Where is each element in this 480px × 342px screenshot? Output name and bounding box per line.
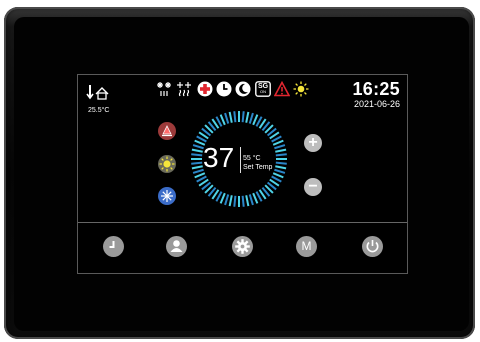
heating-mode-button[interactable] [158, 122, 176, 140]
plus-icon: + [308, 134, 318, 151]
current-date: 2021-06-26 [353, 99, 400, 109]
dial-tick [274, 144, 286, 150]
sun-icon [159, 156, 175, 172]
dial-tick [252, 114, 259, 126]
dial-tick [224, 112, 230, 124]
decrease-temperature-button[interactable]: − [304, 178, 322, 196]
dial-tick [252, 192, 259, 204]
sg-sub-label: ON [260, 89, 266, 94]
mode-m-icon: M [301, 239, 312, 253]
dial-tick [228, 195, 233, 207]
clock: 16:25 2021-06-26 [352, 79, 400, 109]
dial-tick [274, 168, 286, 174]
dial-tick [272, 172, 284, 179]
dial-tick [191, 153, 203, 157]
outdoor-status: 25.5°C [86, 83, 122, 115]
dial-divider [240, 147, 241, 173]
dial-tick [224, 194, 230, 206]
cooling-mode-icon [161, 190, 173, 202]
clock-icon [109, 241, 115, 248]
dial-tick [228, 111, 233, 123]
dial-tick [245, 195, 250, 207]
dial-tick [275, 153, 287, 157]
user-button[interactable] [166, 236, 187, 257]
heating-mode-icon [162, 125, 172, 137]
timer-icon [216, 81, 232, 97]
warning-icon [274, 81, 290, 97]
mode-button[interactable]: M [296, 236, 317, 257]
minus-icon: − [308, 178, 318, 195]
current-temperature: 37 [203, 142, 235, 173]
dial-tick [192, 144, 204, 150]
dial-tick [275, 148, 287, 153]
sun-mode-button[interactable] [158, 155, 176, 173]
dial-tick [194, 172, 206, 179]
current-time: 16:25 [352, 79, 400, 99]
set-temperature-value: 55 °C [243, 155, 261, 162]
nav-divider [78, 222, 407, 223]
cooling-mode-button[interactable] [158, 187, 176, 205]
gear-icon [235, 239, 250, 254]
sun-icon [293, 81, 309, 97]
dial-tick [219, 114, 226, 126]
dial-tick [241, 195, 245, 207]
dial-tick [191, 161, 203, 165]
user-icon [170, 240, 183, 252]
dial-tick [272, 139, 284, 146]
dial-tick [275, 161, 287, 165]
emergency-icon [197, 81, 213, 97]
set-temperature-label: Set Temp [243, 164, 273, 171]
dial-tick [241, 111, 245, 123]
dial-tick [248, 194, 254, 206]
dial-tick [275, 165, 287, 170]
dial-tick [191, 148, 203, 153]
dial-tick [192, 168, 204, 174]
power-button[interactable] [362, 236, 383, 257]
sg-ready-icon: SG ON [255, 81, 271, 97]
power-icon [366, 240, 379, 253]
increase-temperature-button[interactable]: + [304, 134, 322, 152]
set-temperature: 55 °C Set Temp [243, 154, 272, 172]
dial-tick [248, 112, 254, 124]
defrost-icon [157, 82, 171, 96]
outdoor-temperature: 25.5°C [88, 107, 110, 114]
dial-tick [233, 111, 237, 123]
settings-button[interactable] [232, 236, 253, 257]
dial-tick [219, 192, 226, 204]
dial-tick [245, 111, 250, 123]
defrost-heat-icon [177, 82, 191, 97]
display-screen: 25.5°C SG ON 16:25 2021-06-26 37 55 °C S… [77, 74, 408, 274]
outdoor-temperature-icon [86, 85, 109, 100]
schedule-button[interactable] [103, 236, 124, 257]
dial-tick [233, 195, 237, 207]
night-mode-icon [235, 81, 251, 97]
dial-tick [191, 165, 203, 170]
